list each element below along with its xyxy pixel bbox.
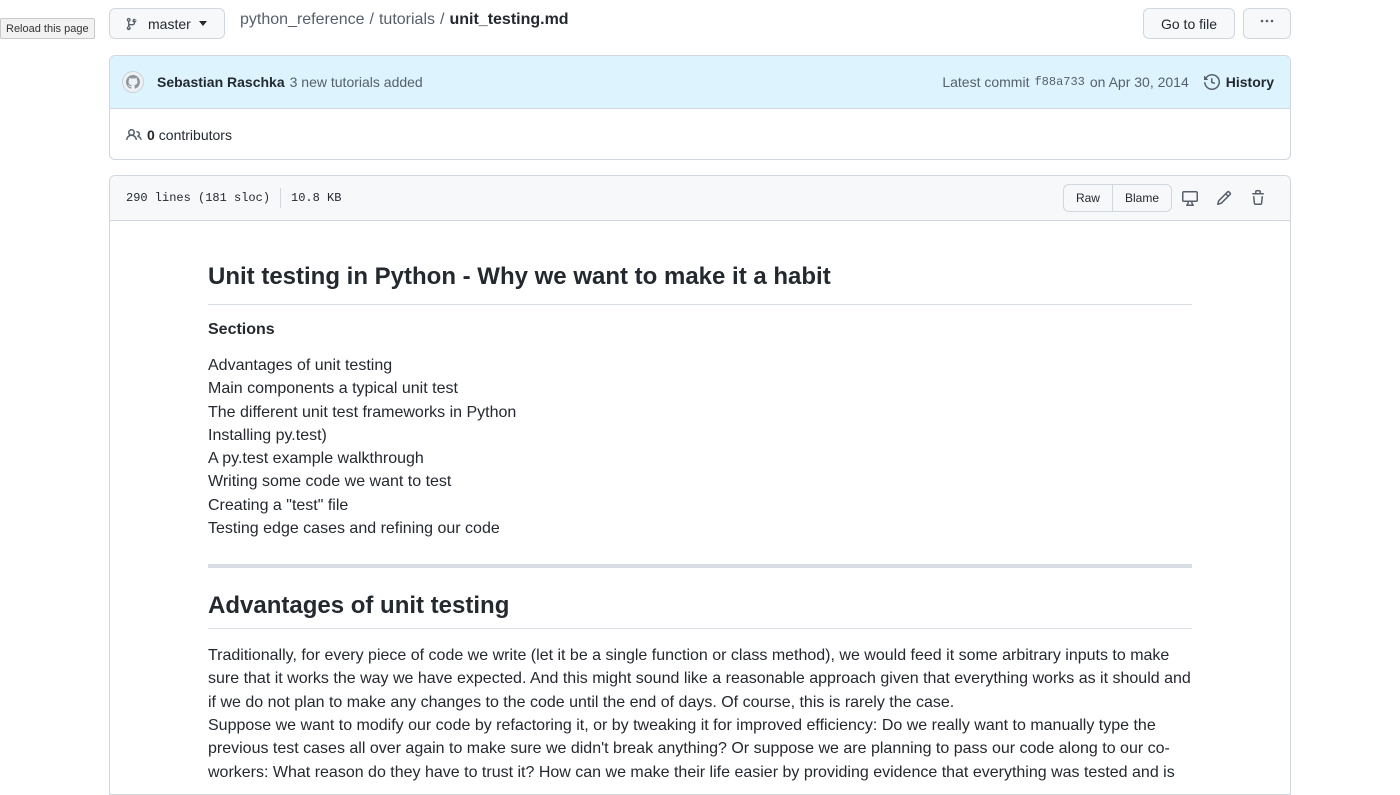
- horizontal-rule: [208, 564, 1192, 568]
- divider: [280, 188, 282, 208]
- section-link[interactable]: Main components a typical unit test: [208, 377, 516, 400]
- blame-button[interactable]: Blame: [1111, 185, 1171, 211]
- contributors-label: contributors: [158, 127, 232, 143]
- breadcrumb-folder-link[interactable]: tutorials: [379, 10, 435, 30]
- raw-button[interactable]: Raw: [1064, 185, 1112, 211]
- doc-title: Unit testing in Python - Why we want to …: [208, 262, 1192, 305]
- sections-heading: Sections: [208, 321, 275, 338]
- go-to-file-button[interactable]: Go to file: [1143, 8, 1235, 39]
- section-link[interactable]: Writing some code we want to test: [208, 470, 516, 493]
- latest-commit-label: Latest commit: [942, 74, 1030, 90]
- desktop-icon[interactable]: [1174, 184, 1206, 212]
- people-icon: [126, 127, 142, 143]
- kebab-horizontal-icon: [1259, 13, 1275, 34]
- paragraph: Suppose we want to modify our code by re…: [208, 717, 1175, 781]
- breadcrumb: python_reference / tutorials / unit_test…: [240, 10, 569, 30]
- commit-meta: Latest commit f88a733 on Apr 30, 2014 Hi…: [942, 74, 1274, 90]
- trash-icon[interactable]: [1242, 184, 1274, 212]
- commit-message[interactable]: 3 new tutorials added: [290, 74, 423, 90]
- commit-author[interactable]: Sebastian Raschka: [157, 74, 285, 90]
- branch-select-button[interactable]: master: [109, 8, 225, 39]
- history-label: History: [1225, 74, 1274, 90]
- git-branch-icon: [125, 17, 139, 31]
- history-link[interactable]: History: [1203, 74, 1274, 90]
- file-viewer: 290 lines (181 sloc) 10.8 KB Raw Blame U…: [109, 175, 1291, 795]
- commit-date: on Apr 30, 2014: [1089, 74, 1189, 90]
- section-link[interactable]: Advantages of unit testing: [208, 354, 516, 377]
- pencil-icon[interactable]: [1208, 184, 1240, 212]
- file-lines-info: 290 lines (181 sloc): [126, 191, 271, 205]
- branch-name: master: [148, 15, 191, 32]
- file-actions: Raw Blame: [1062, 184, 1274, 212]
- section-heading: Advantages of unit testing: [208, 591, 1192, 629]
- more-options-button[interactable]: [1243, 8, 1291, 39]
- author-avatar[interactable]: [122, 71, 144, 93]
- breadcrumb-separator: /: [369, 11, 374, 28]
- history-icon: [1203, 74, 1220, 90]
- paragraph: Traditionally, for every piece of code w…: [208, 647, 1191, 711]
- commit-sha[interactable]: f88a733: [1034, 75, 1084, 89]
- section-link[interactable]: Creating a "test" file: [208, 494, 516, 517]
- section-link[interactable]: The different unit test frameworks in Py…: [208, 401, 516, 424]
- latest-commit-box: Sebastian Raschka 3 new tutorials added …: [109, 55, 1291, 160]
- breadcrumb-separator: /: [440, 11, 445, 28]
- breadcrumb-repo-link[interactable]: python_reference: [240, 10, 365, 30]
- file-header: 290 lines (181 sloc) 10.8 KB Raw Blame: [110, 176, 1290, 221]
- reload-tooltip: Reload this page: [0, 18, 95, 39]
- commit-bar: Sebastian Raschka 3 new tutorials added …: [110, 56, 1290, 109]
- section-link[interactable]: Installing py.test): [208, 424, 516, 447]
- breadcrumb-current-file: unit_testing.md: [449, 11, 569, 28]
- contributors-row[interactable]: 0 contributors: [110, 109, 1290, 159]
- raw-blame-group: Raw Blame: [1062, 184, 1172, 212]
- chevron-down-icon: [198, 21, 207, 26]
- section-link[interactable]: Testing edge cases and refining our code: [208, 517, 516, 540]
- section-link[interactable]: A py.test example walkthrough: [208, 447, 516, 470]
- contributors-count: 0: [147, 127, 155, 143]
- file-size: 10.8 KB: [291, 191, 342, 205]
- sections-list: Advantages of unit testing Main componen…: [208, 354, 516, 540]
